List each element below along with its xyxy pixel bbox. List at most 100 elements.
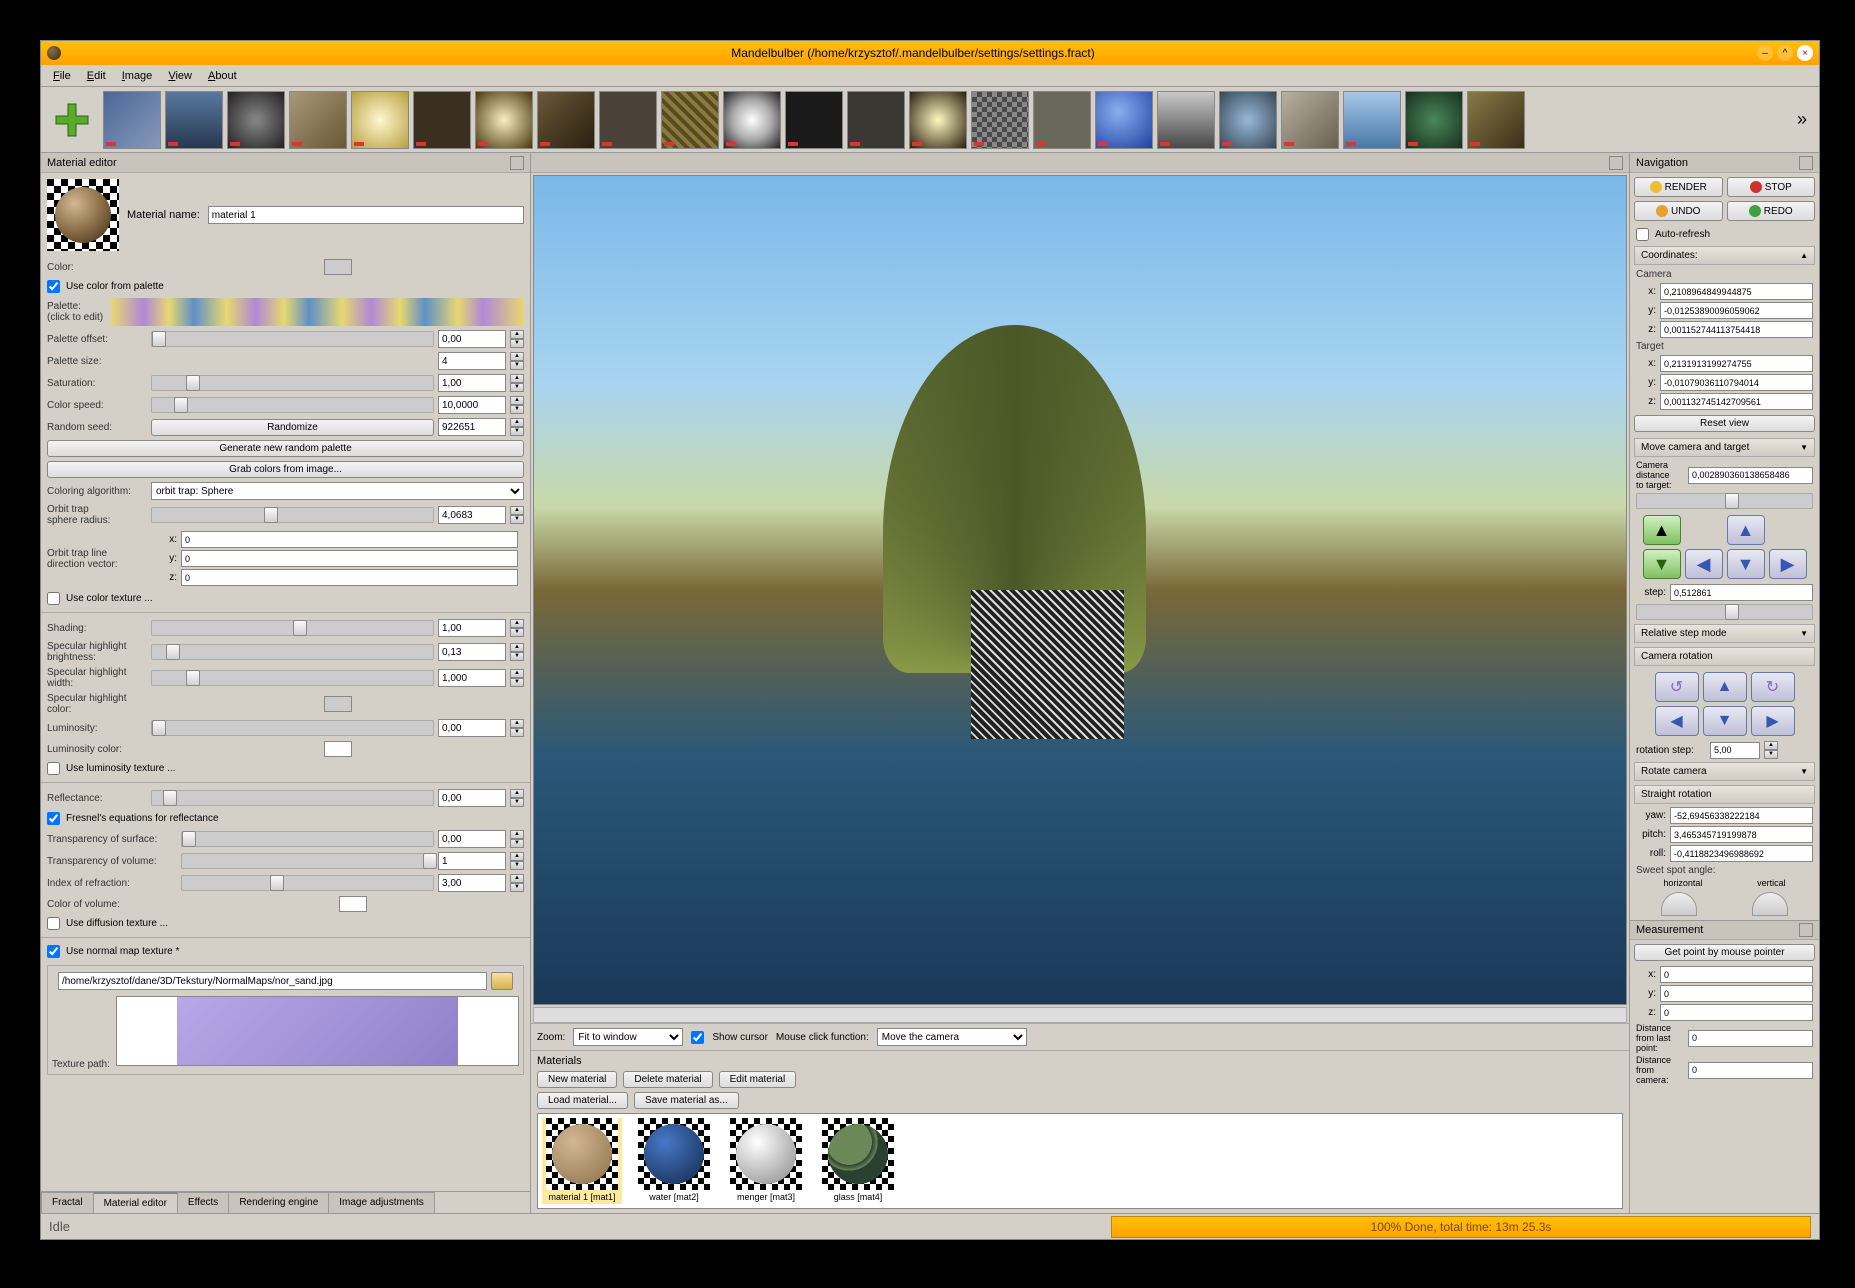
orbit-radius-slider[interactable] bbox=[151, 507, 434, 523]
normal-map-path-input[interactable] bbox=[58, 972, 487, 990]
new-material-button[interactable]: New material bbox=[537, 1071, 617, 1088]
cam-x-input[interactable] bbox=[1660, 283, 1813, 300]
orbit-z-input[interactable] bbox=[181, 569, 518, 586]
use-diffusion-texture-checkbox[interactable] bbox=[47, 917, 60, 930]
menu-file[interactable]: File bbox=[45, 68, 79, 84]
stop-button[interactable]: STOP bbox=[1727, 177, 1816, 197]
spinner[interactable]: ▲▼ bbox=[510, 418, 524, 436]
preset-thumb[interactable] bbox=[165, 91, 223, 149]
orbit-x-input[interactable] bbox=[181, 531, 518, 548]
horizontal-scrollbar[interactable] bbox=[533, 1007, 1627, 1023]
reflectance-input[interactable] bbox=[438, 789, 506, 807]
redo-button[interactable]: REDO bbox=[1727, 201, 1816, 221]
preset-thumb[interactable] bbox=[1281, 91, 1339, 149]
undock-icon[interactable] bbox=[1799, 923, 1813, 937]
rotate-left-button[interactable]: ◀ bbox=[1655, 706, 1699, 736]
toolbar-overflow[interactable]: » bbox=[1789, 109, 1815, 130]
spinner[interactable]: ▲▼ bbox=[510, 874, 524, 892]
ior-slider[interactable] bbox=[181, 875, 434, 891]
spinner[interactable]: ▲▼ bbox=[1764, 741, 1778, 759]
preset-thumb[interactable] bbox=[971, 91, 1029, 149]
transp-surface-slider[interactable] bbox=[181, 831, 434, 847]
spec-bright-slider[interactable] bbox=[151, 644, 434, 660]
add-preset-button[interactable] bbox=[45, 93, 99, 147]
color-swatch[interactable] bbox=[324, 259, 352, 275]
move-backward-button[interactable]: ▼ bbox=[1643, 549, 1681, 579]
preset-thumb[interactable] bbox=[661, 91, 719, 149]
use-color-texture-checkbox[interactable] bbox=[47, 592, 60, 605]
tgt-x-input[interactable] bbox=[1660, 355, 1813, 372]
rotate-right-button[interactable]: ▶ bbox=[1751, 706, 1795, 736]
delete-material-button[interactable]: Delete material bbox=[623, 1071, 712, 1088]
render-button[interactable]: RENDER bbox=[1634, 177, 1723, 197]
reflectance-slider[interactable] bbox=[151, 790, 434, 806]
material-name-input[interactable] bbox=[208, 206, 524, 224]
render-view[interactable] bbox=[533, 175, 1627, 1005]
preset-thumb[interactable] bbox=[847, 91, 905, 149]
titlebar[interactable]: Mandelbulber (/home/krzysztof/.mandelbul… bbox=[41, 41, 1819, 65]
rotate-down-button[interactable]: ▼ bbox=[1703, 706, 1747, 736]
spinner[interactable]: ▲▼ bbox=[510, 506, 524, 524]
tab-rendering-engine[interactable]: Rendering engine bbox=[228, 1192, 329, 1213]
preset-thumb[interactable] bbox=[1157, 91, 1215, 149]
spinner[interactable]: ▲▼ bbox=[510, 352, 524, 370]
color-speed-slider[interactable] bbox=[151, 397, 434, 413]
grab-colors-button[interactable]: Grab colors from image... bbox=[47, 461, 524, 478]
roll-input[interactable] bbox=[1670, 845, 1813, 862]
volume-color-swatch[interactable] bbox=[339, 896, 367, 912]
move-down-button[interactable]: ▼ bbox=[1727, 549, 1765, 579]
material-item[interactable]: material 1 [mat1] bbox=[542, 1118, 622, 1204]
preset-thumb[interactable] bbox=[599, 91, 657, 149]
minimize-button[interactable]: – bbox=[1757, 45, 1773, 61]
rotate-cw-button[interactable]: ↻ bbox=[1751, 672, 1795, 702]
click-function-select[interactable]: Move the camera bbox=[877, 1028, 1027, 1046]
spinner[interactable]: ▲▼ bbox=[510, 719, 524, 737]
menu-image[interactable]: Image bbox=[114, 68, 161, 84]
preset-thumb[interactable] bbox=[103, 91, 161, 149]
tab-fractal[interactable]: Fractal bbox=[41, 1192, 94, 1213]
meas-x-input[interactable] bbox=[1660, 966, 1813, 983]
menu-edit[interactable]: Edit bbox=[79, 68, 114, 84]
undock-icon[interactable] bbox=[1799, 156, 1813, 170]
preset-thumb[interactable] bbox=[227, 91, 285, 149]
move-forward-button[interactable]: ▲ bbox=[1643, 515, 1681, 545]
cam-rotation-header[interactable]: Camera rotation bbox=[1634, 647, 1815, 666]
spec-bright-input[interactable] bbox=[438, 643, 506, 661]
material-item[interactable]: glass [mat4] bbox=[818, 1118, 898, 1204]
tgt-y-input[interactable] bbox=[1660, 374, 1813, 391]
ior-input[interactable] bbox=[438, 874, 506, 892]
cam-z-input[interactable] bbox=[1660, 321, 1813, 338]
undock-icon[interactable] bbox=[510, 156, 524, 170]
palette-size-input[interactable] bbox=[438, 352, 506, 370]
preset-thumb[interactable] bbox=[413, 91, 471, 149]
palette-strip[interactable] bbox=[111, 298, 524, 326]
zoom-select[interactable]: Fit to window bbox=[573, 1028, 683, 1046]
menu-view[interactable]: View bbox=[160, 68, 200, 84]
shading-input[interactable] bbox=[438, 619, 506, 637]
load-material-button[interactable]: Load material... bbox=[537, 1092, 628, 1109]
vertical-knob[interactable] bbox=[1752, 892, 1788, 916]
tab-material-editor[interactable]: Material editor bbox=[93, 1192, 178, 1213]
material-item[interactable]: menger [mat3] bbox=[726, 1118, 806, 1204]
spinner[interactable]: ▲▼ bbox=[510, 669, 524, 687]
menu-about[interactable]: About bbox=[200, 68, 245, 84]
reset-view-button[interactable]: Reset view bbox=[1634, 415, 1815, 432]
preset-thumb[interactable] bbox=[1095, 91, 1153, 149]
spinner[interactable]: ▲▼ bbox=[510, 619, 524, 637]
straight-rotation-header[interactable]: Straight rotation bbox=[1634, 785, 1815, 804]
cam-y-input[interactable] bbox=[1660, 302, 1813, 319]
rot-step-input[interactable] bbox=[1710, 742, 1760, 759]
file-browse-button[interactable] bbox=[491, 972, 513, 990]
palette-offset-input[interactable] bbox=[438, 330, 506, 348]
auto-refresh-checkbox[interactable] bbox=[1636, 228, 1649, 241]
tab-effects[interactable]: Effects bbox=[177, 1192, 229, 1213]
spinner[interactable]: ▲▼ bbox=[510, 396, 524, 414]
rotate-up-button[interactable]: ▲ bbox=[1703, 672, 1747, 702]
spec-color-swatch[interactable] bbox=[324, 696, 352, 712]
show-cursor-checkbox[interactable] bbox=[691, 1031, 704, 1044]
transp-volume-slider[interactable] bbox=[181, 853, 434, 869]
rotate-ccw-button[interactable]: ↺ bbox=[1655, 672, 1699, 702]
spinner[interactable]: ▲▼ bbox=[510, 789, 524, 807]
orbit-radius-input[interactable] bbox=[438, 506, 506, 524]
color-speed-input[interactable] bbox=[438, 396, 506, 414]
